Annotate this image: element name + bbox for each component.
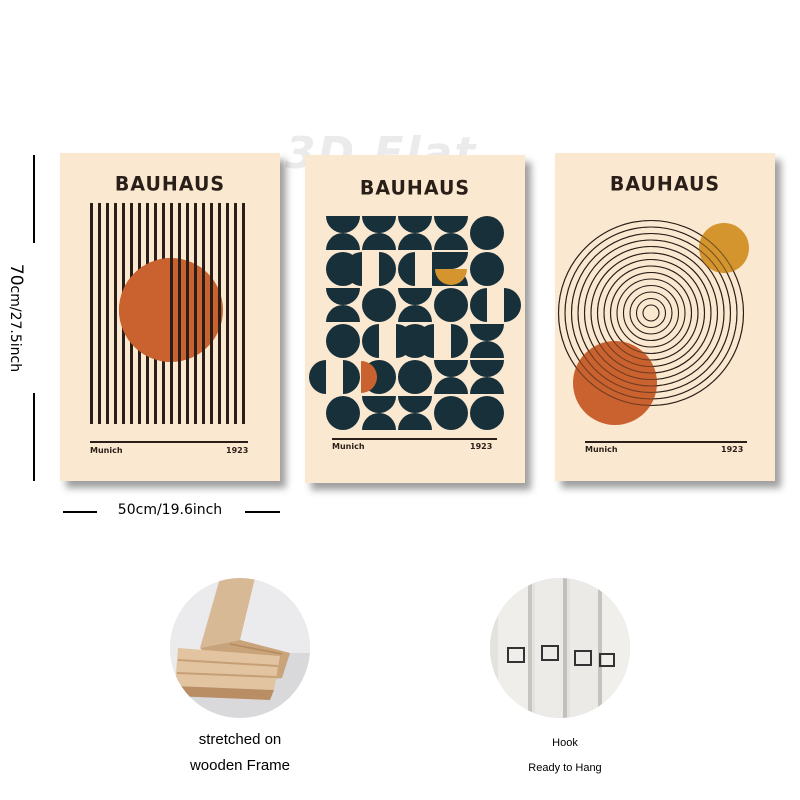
- poster-stripes: BAUHAUS Munich 1923: [60, 153, 280, 481]
- navy-half-circle: [434, 360, 468, 377]
- orange-circle: [573, 341, 657, 425]
- wooden-frame-photo: [170, 578, 310, 718]
- ring-overlay: [596, 258, 706, 368]
- ring-overlay: [609, 271, 693, 355]
- height-dimension-line-bottom: [33, 393, 35, 481]
- poster-rule: [332, 438, 497, 440]
- width-value: 50: [117, 502, 136, 518]
- navy-half-circle: [398, 288, 432, 305]
- navy-circle: [398, 360, 432, 394]
- stripe: [178, 203, 181, 424]
- navy-half-circle: [470, 288, 487, 322]
- navy-half-circle: [362, 324, 379, 358]
- height-unit: cm/27.5inch: [7, 285, 23, 373]
- navy-half-circle: [398, 216, 432, 233]
- hook-caption-line1: Hook: [552, 737, 578, 749]
- navy-circle: [326, 324, 360, 358]
- stripes-circle-artwork: [90, 203, 245, 424]
- poster-year: 1923: [470, 442, 493, 451]
- frame-caption-line2: wooden Frame: [189, 757, 291, 774]
- width-dimension-label: 50cm/19.6inch: [95, 502, 245, 518]
- navy-half-circle: [326, 288, 360, 305]
- height-dimension-label: 70cm/27.5inch: [6, 228, 26, 408]
- navy-half-circle: [362, 396, 396, 413]
- concentric-rings-artwork: [557, 219, 749, 425]
- poster-city: Munich: [585, 445, 618, 454]
- poster-city: Munich: [90, 446, 123, 455]
- navy-half-circle: [362, 413, 396, 430]
- width-dimension-line-right: [245, 511, 280, 513]
- width-unit: cm/19.6inch: [135, 502, 223, 518]
- navy-half-circle: [398, 305, 432, 322]
- half-circle-grid-artwork: [309, 216, 521, 430]
- navy-half-circle: [434, 377, 468, 394]
- navy-circle: [470, 216, 504, 250]
- navy-half-circle: [470, 377, 504, 394]
- hook-photo: [490, 578, 630, 718]
- poster-rings: BAUHAUS Munich 1923: [555, 153, 775, 481]
- hook-caption-line2: Ready to Hang: [528, 762, 602, 774]
- stripe: [218, 203, 221, 424]
- navy-circle: [434, 396, 468, 430]
- navy-circle: [434, 288, 468, 322]
- navy-half-circle: [326, 305, 360, 322]
- concentric-ring: [622, 284, 680, 342]
- stripe: [194, 203, 197, 424]
- poster-city: Munich: [332, 442, 365, 451]
- stripe: [106, 203, 109, 424]
- stripe: [242, 203, 245, 424]
- navy-half-circle: [398, 396, 432, 413]
- stripe: [210, 203, 213, 424]
- height-dimension-line-top: [33, 155, 35, 243]
- navy-half-circle: [362, 233, 396, 250]
- navy-half-circle: [470, 360, 504, 377]
- height-value: 70: [6, 263, 26, 286]
- poster-half-circles: BAUHAUS Munich 1923: [305, 155, 525, 483]
- navy-half-circle: [434, 233, 468, 250]
- stripe: [98, 203, 101, 424]
- stripe: [114, 203, 117, 424]
- navy-half-circle: [309, 360, 326, 394]
- stripe: [186, 203, 189, 424]
- ring-overlay: [603, 265, 699, 361]
- navy-half-circle: [326, 233, 360, 250]
- navy-half-circle: [326, 216, 360, 233]
- concentric-ring: [642, 304, 660, 322]
- poster-rule: [585, 441, 747, 443]
- stripe: [234, 203, 237, 424]
- navy-half-circle: [343, 360, 360, 394]
- stripe: [90, 203, 93, 424]
- navy-half-circle: [398, 252, 415, 286]
- navy-circle: [470, 252, 504, 286]
- frame-caption-line1: stretched on: [198, 731, 282, 748]
- navy-circle: [470, 396, 504, 430]
- stripe: [226, 203, 229, 424]
- navy-circle: [326, 396, 360, 430]
- navy-half-circle: [362, 216, 396, 233]
- navy-half-circle: [434, 216, 468, 233]
- concentric-ring: [635, 297, 667, 329]
- navy-half-circle: [470, 341, 504, 358]
- navy-half-circle: [398, 233, 432, 250]
- poster-year: 1923: [721, 445, 744, 454]
- poster-rule: [90, 441, 248, 443]
- navy-half-circle: [504, 288, 521, 322]
- stripe: [170, 203, 173, 424]
- navy-half-circle: [398, 413, 432, 430]
- navy-half-circle: [451, 324, 468, 358]
- navy-half-circle: [470, 324, 504, 341]
- width-dimension-line-left: [63, 511, 97, 513]
- navy-half-circle: [379, 252, 396, 286]
- stripe: [202, 203, 205, 424]
- navy-circle: [362, 288, 396, 322]
- concentric-ring: [616, 278, 686, 348]
- poster-year: 1923: [226, 446, 249, 455]
